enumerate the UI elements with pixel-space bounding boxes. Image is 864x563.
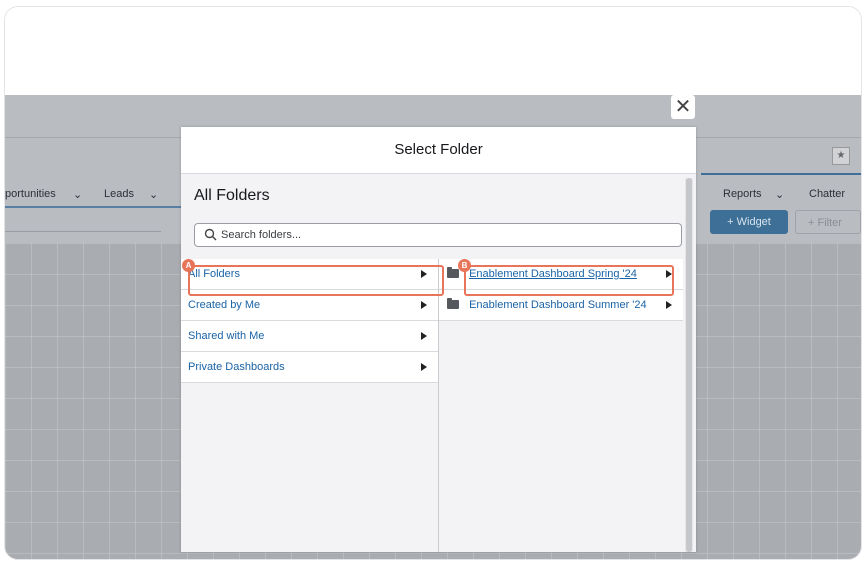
search-icon (204, 228, 217, 241)
modal-body: All Folders All Folders Created by Me Sh… (181, 174, 696, 552)
nav-item-chatter: Chatter (809, 188, 846, 200)
close-button[interactable]: ✕ (671, 95, 695, 119)
section-title: All Folders (194, 187, 270, 204)
chevron-down-icon: ⌄ (149, 189, 159, 201)
close-icon: ✕ (674, 96, 692, 118)
folder-item-label: Private Dashboards (188, 361, 285, 373)
folder-column-right: Enablement Dashboard Spring '24 Enableme… (439, 259, 683, 552)
folder-item-label: Shared with Me (188, 330, 265, 342)
folder-icon (447, 298, 459, 309)
folder-item-enablement-spring[interactable]: Enablement Dashboard Spring '24 (439, 259, 683, 290)
top-blank-area (5, 7, 861, 95)
nav-item-opportunities: portunities (5, 188, 56, 200)
widget-button: + Widget (710, 210, 788, 234)
folder-item-private-dashboards[interactable]: Private Dashboards (181, 352, 438, 383)
nav-item-reports: Reports (723, 188, 762, 200)
folder-item-label: Created by Me (188, 299, 261, 311)
nav-item-leads: Leads (104, 188, 134, 200)
chevron-right-icon (421, 363, 427, 371)
chevron-right-icon (421, 332, 427, 340)
folder-item-enablement-summer[interactable]: Enablement Dashboard Summer '24 (439, 290, 683, 321)
folder-item-label: Enablement Dashboard Spring '24 (469, 268, 637, 280)
folder-icon (447, 267, 459, 278)
star-icon: ★ (832, 147, 850, 165)
chevron-down-icon: ⌄ (73, 189, 83, 201)
filter-button: + Filter (795, 210, 861, 234)
background-input (5, 231, 161, 232)
folder-item-label: Enablement Dashboard Summer '24 (469, 299, 647, 311)
search-field[interactable] (194, 223, 682, 247)
chevron-right-icon (666, 270, 672, 278)
chevron-right-icon (421, 270, 427, 278)
scrollbar-thumb[interactable] (686, 178, 692, 552)
nav-active-indicator (701, 173, 861, 175)
chevron-right-icon (421, 301, 427, 309)
chevron-down-icon: ⌄ (775, 189, 785, 201)
nav-underline (5, 206, 185, 208)
folder-item-created-by-me[interactable]: Created by Me (181, 290, 438, 321)
folder-item-shared-with-me[interactable]: Shared with Me (181, 321, 438, 352)
chevron-right-icon (666, 301, 672, 309)
folder-item-label: All Folders (188, 268, 240, 280)
modal-title: Select Folder (181, 127, 696, 174)
folder-column-left: All Folders Created by Me Shared with Me… (181, 259, 439, 552)
search-input[interactable] (221, 226, 661, 244)
folder-item-all-folders[interactable]: All Folders (181, 259, 438, 290)
select-folder-modal: Select Folder All Folders All Folders Cr… (181, 127, 696, 552)
